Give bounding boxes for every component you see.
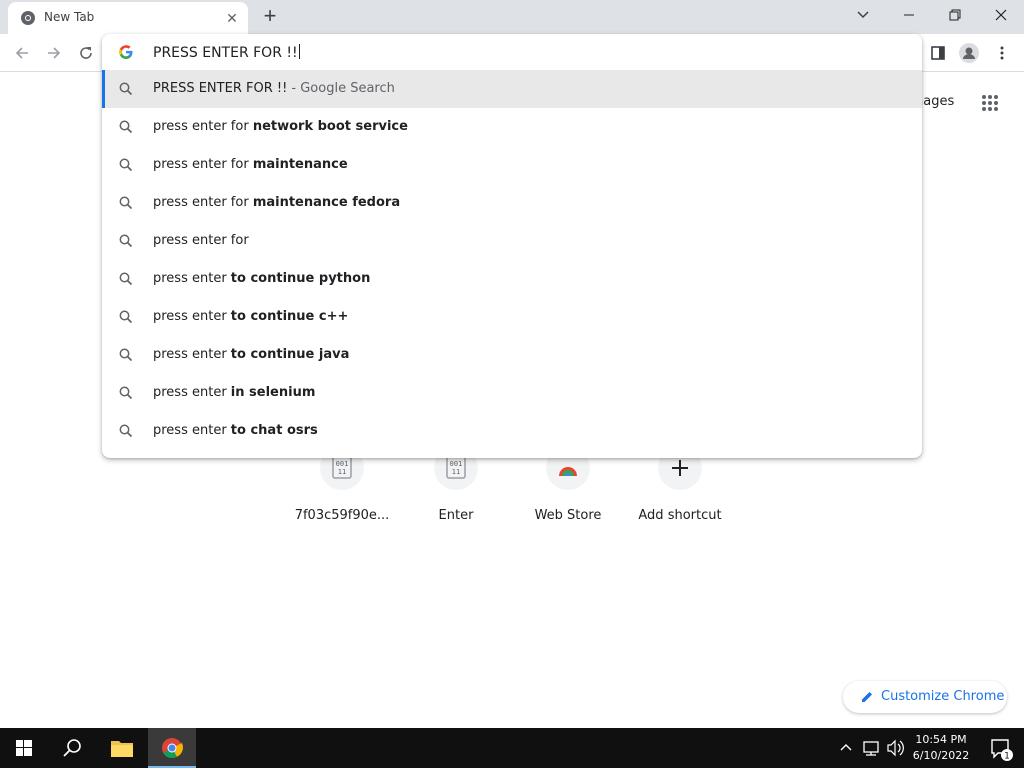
windows-taskbar: 10:54 PM 6/10/2022 1: [0, 728, 1024, 768]
file-explorer-icon[interactable]: [98, 728, 146, 768]
suggestion-text: press enter to continue java: [153, 347, 349, 362]
search-icon: [118, 347, 134, 363]
suggestion-typed-part: press enter for: [153, 157, 253, 172]
clock-date[interactable]: 6/10/2022: [908, 749, 974, 762]
omnibox-suggestion[interactable]: PRESS ENTER FOR !! - Google Search: [102, 70, 922, 108]
suggestion-text: PRESS ENTER FOR !! - Google Search: [153, 81, 395, 96]
suggestion-completion-part: maintenance: [252, 157, 348, 172]
chrome-favicon-icon: [21, 11, 35, 25]
suggestion-suffix: - Google Search: [287, 81, 395, 96]
omnibox-suggestion[interactable]: press enter for maintenance fedora: [102, 184, 922, 222]
suggestion-typed-part: press enter: [153, 385, 231, 400]
omnibox-suggestion[interactable]: press enter to continue python: [102, 260, 922, 298]
search-icon: [118, 157, 134, 173]
close-window-button[interactable]: [978, 0, 1024, 30]
suggestion-text: press enter for maintenance: [153, 157, 348, 172]
search-icon: [118, 271, 134, 287]
side-panel-icon[interactable]: [925, 40, 951, 66]
svg-text:11: 11: [452, 468, 460, 476]
notification-center-icon[interactable]: 1: [978, 728, 1024, 768]
new-tab-button[interactable]: +: [258, 5, 282, 29]
google-apps-icon[interactable]: [981, 94, 999, 112]
suggestion-typed-part: press enter: [153, 347, 231, 362]
address-bar-value: PRESS ENTER FOR !!: [153, 45, 298, 61]
search-icon: [118, 119, 134, 135]
omnibox-suggestion[interactable]: press enter to chat osrs: [102, 412, 922, 450]
suggestion-typed-part: press enter for: [153, 119, 253, 134]
volume-icon[interactable]: [884, 728, 908, 768]
search-icon: [118, 195, 134, 211]
shortcut-label: Web Store: [534, 508, 602, 523]
shortcut-tile[interactable]: Add shortcut: [624, 446, 736, 536]
suggestion-typed-part: press enter for: [153, 195, 253, 210]
suggestion-text: press enter for: [153, 233, 249, 248]
search-icon: [118, 309, 134, 325]
notification-count: 1: [1004, 752, 1010, 762]
reload-button[interactable]: [73, 40, 99, 66]
suggestion-completion-part: to chat osrs: [230, 423, 318, 438]
shortcut-label: 7f03c59f90e...: [294, 508, 390, 523]
search-icon[interactable]: [48, 728, 96, 768]
pencil-icon: [862, 692, 872, 702]
svg-text:001: 001: [450, 460, 463, 468]
restore-button[interactable]: [932, 0, 978, 30]
shortcut-label: Add shortcut: [638, 508, 722, 523]
suggestion-completion-part: in selenium: [230, 385, 316, 400]
shortcut-tile[interactable]: 001 11 Enter: [400, 446, 512, 536]
windows-start-icon[interactable]: [0, 728, 48, 768]
shortcut-label: Enter: [438, 508, 474, 523]
omnibox-suggestion[interactable]: press enter for: [102, 222, 922, 260]
suggestion-completion-part: to continue python: [230, 271, 371, 286]
omnibox-suggestion[interactable]: press enter to continue c++: [102, 298, 922, 336]
suggestion-text: press enter to chat osrs: [153, 423, 318, 438]
tab-new-tab[interactable]: New Tab ✕: [8, 2, 248, 34]
tab-search-icon[interactable]: [840, 0, 886, 30]
suggestion-completion-part: to continue java: [230, 347, 350, 362]
omnibox-suggestion[interactable]: press enter for network boot service: [102, 108, 922, 146]
suggestion-completion-part: to continue c++: [230, 309, 349, 324]
search-icon: [118, 81, 134, 97]
svg-text:001: 001: [336, 460, 349, 468]
suggestion-typed-part: press enter: [153, 309, 231, 324]
search-icon: [118, 385, 134, 401]
network-icon[interactable]: [858, 728, 884, 768]
suggestion-completion-part: network boot service: [252, 119, 408, 134]
clock-time[interactable]: 10:54 PM: [908, 733, 974, 746]
google-g-icon: [119, 45, 133, 59]
kebab-menu-icon[interactable]: [989, 40, 1015, 66]
suggestion-typed-part: press enter: [153, 271, 231, 286]
search-icon: [118, 423, 134, 439]
suggestion-text: press enter to continue c++: [153, 309, 348, 324]
forward-button[interactable]: [41, 40, 67, 66]
suggestion-text: press enter for network boot service: [153, 119, 408, 134]
svg-text:11: 11: [338, 468, 346, 476]
suggestion-completion-part: maintenance fedora: [252, 195, 401, 210]
tab-strip: New Tab ✕ +: [0, 0, 1024, 34]
back-button[interactable]: [9, 40, 35, 66]
minimize-button[interactable]: [886, 0, 932, 30]
customize-label: Customize Chrome: [881, 689, 1005, 704]
address-bar-input[interactable]: PRESS ENTER FOR !!: [153, 44, 300, 61]
chevron-up-icon[interactable]: [834, 728, 858, 768]
suggestion-text: press enter in selenium: [153, 385, 315, 400]
suggestion-text: press enter to continue python: [153, 271, 370, 286]
search-icon: [118, 233, 134, 249]
omnibox-dropdown: PRESS ENTER FOR !! PRESS ENTER FOR !! - …: [102, 34, 922, 458]
tab-title: New Tab: [44, 10, 95, 24]
suggestion-text: press enter for maintenance fedora: [153, 195, 400, 210]
profile-avatar-icon[interactable]: [956, 40, 982, 66]
address-bar[interactable]: PRESS ENTER FOR !!: [102, 34, 922, 70]
suggestion-typed-part: PRESS ENTER FOR !!: [153, 81, 288, 96]
omnibox-suggestion[interactable]: press enter for maintenance: [102, 146, 922, 184]
omnibox-suggestion[interactable]: press enter in selenium: [102, 374, 922, 412]
shortcut-tile[interactable]: 001 11 7f03c59f90e...: [286, 446, 398, 536]
suggestion-typed-part: press enter for: [153, 233, 249, 248]
shortcut-tile[interactable]: Web Store: [512, 446, 624, 536]
chrome-taskbar-icon[interactable]: [148, 728, 196, 768]
text-caret: [298, 44, 300, 59]
tab-close-icon[interactable]: ✕: [223, 9, 241, 27]
customize-chrome-button[interactable]: Customize Chrome: [843, 681, 1007, 713]
suggestion-typed-part: press enter: [153, 423, 231, 438]
omnibox-suggestion[interactable]: press enter to continue java: [102, 336, 922, 374]
